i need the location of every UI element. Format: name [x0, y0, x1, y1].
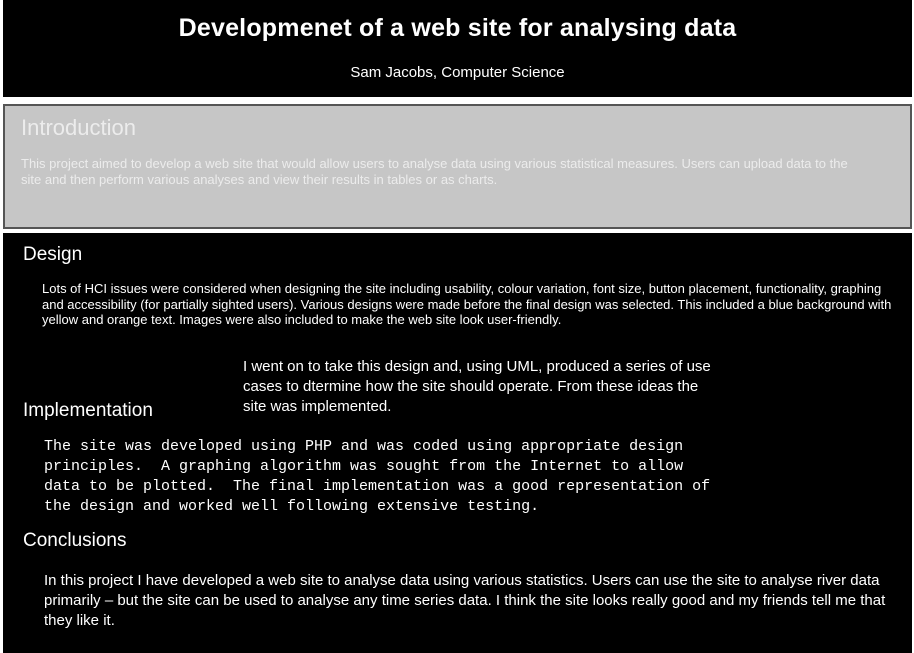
main-content-section: Design Lots of HCI issues were considere… [3, 233, 912, 653]
design-heading: Design [23, 244, 83, 265]
implementation-heading: Implementation [23, 400, 153, 421]
design-uml-note: I went on to take this design and, using… [243, 358, 711, 415]
poster-title: Developmenet of a web site for analysing… [178, 14, 737, 42]
implementation-body: The site was developed using PHP and was… [44, 438, 711, 515]
conclusions-heading: Conclusions [23, 530, 127, 551]
introduction-heading: Introduction [21, 115, 136, 140]
author-line: Sam Jacobs, Computer Science [350, 64, 565, 81]
poster-header: Developmenet of a web site for analysing… [3, 0, 912, 97]
introduction-body: This project aimed to develop a web site… [21, 156, 848, 187]
design-body: Lots of HCI issues were considered when … [42, 281, 892, 327]
introduction-section: Introduction This project aimed to devel… [3, 104, 912, 229]
conclusions-body: In this project I have developed a web s… [44, 572, 886, 629]
